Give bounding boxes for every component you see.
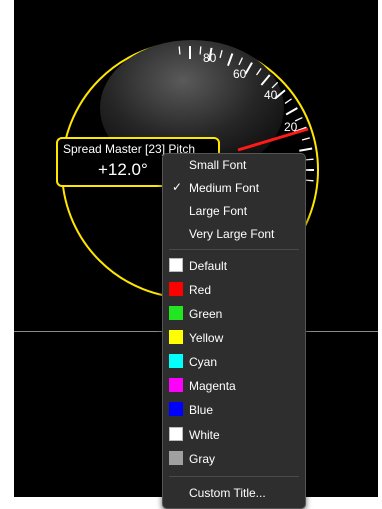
menu-item-custom-title[interactable]: Custom Title... [163,482,305,504]
tick-label-40: 40 [264,88,278,102]
menu-item-label: Gray [189,452,216,466]
menu-item-color-blue[interactable]: Blue [163,399,305,421]
gauge-tick [199,46,202,55]
gauge-tick [299,147,313,152]
menu-item-color-green[interactable]: Green [163,303,305,325]
tick-label-60: 60 [233,67,247,81]
menu-item-label: Magenta [189,379,236,393]
menu-item-color-cyan[interactable]: Cyan [163,351,305,373]
gauge-tick [305,179,314,182]
menu-item-label: Blue [189,403,214,417]
menu-item-label: Medium Font [189,181,260,195]
menu-item-color-magenta[interactable]: Magenta [163,375,305,397]
menu-item-very-large-font[interactable]: Very Large Font [163,223,305,245]
readout-value: +12.0° [98,160,148,179]
color-swatch [169,427,183,441]
context-menu: Small Font ✓ Medium Font Large Font Very… [162,153,306,509]
color-swatch [169,354,183,368]
color-swatch [169,306,183,320]
color-swatch [169,258,183,272]
menu-item-small-font[interactable]: Small Font [163,154,305,176]
gauge-tick [285,107,298,116]
gauge-tick [178,46,181,55]
menu-item-label: Very Large Font [189,227,275,241]
menu-item-label: Custom Title... [189,486,266,500]
menu-item-color-gray[interactable]: Gray [163,448,305,470]
menu-item-label: Small Font [189,158,247,172]
menu-item-label: White [189,428,220,442]
tick-label-20: 20 [284,120,298,134]
color-swatch [169,451,183,465]
menu-item-large-font[interactable]: Large Font [163,200,305,222]
gauge-tick [305,158,314,161]
menu-item-color-white[interactable]: White [163,424,305,446]
color-swatch [169,402,183,416]
menu-item-color-red[interactable]: Red [163,279,305,301]
menu-item-medium-font[interactable]: ✓ Medium Font [163,177,305,199]
color-swatch [169,378,183,392]
checkmark-icon: ✓ [172,180,183,194]
menu-item-label: Cyan [189,355,218,369]
tick-label-80: 80 [203,51,217,65]
color-swatch [169,330,183,344]
menu-item-color-default[interactable]: Default [163,255,305,277]
gauge-tick [301,137,310,141]
menu-item-label: Green [189,307,223,321]
menu-item-label: Default [189,259,228,273]
menu-item-label: Large Font [189,204,248,218]
menu-separator [169,249,299,250]
gauge-tick [284,98,292,104]
menu-item-label: Yellow [189,331,224,345]
color-swatch [169,282,183,296]
menu-item-color-yellow[interactable]: Yellow [163,327,305,349]
instrument-window: 80 60 40 20 0 Spread Master [23] Pitch +… [0,0,382,509]
menu-item-label: Red [189,283,212,297]
menu-separator [169,476,299,477]
